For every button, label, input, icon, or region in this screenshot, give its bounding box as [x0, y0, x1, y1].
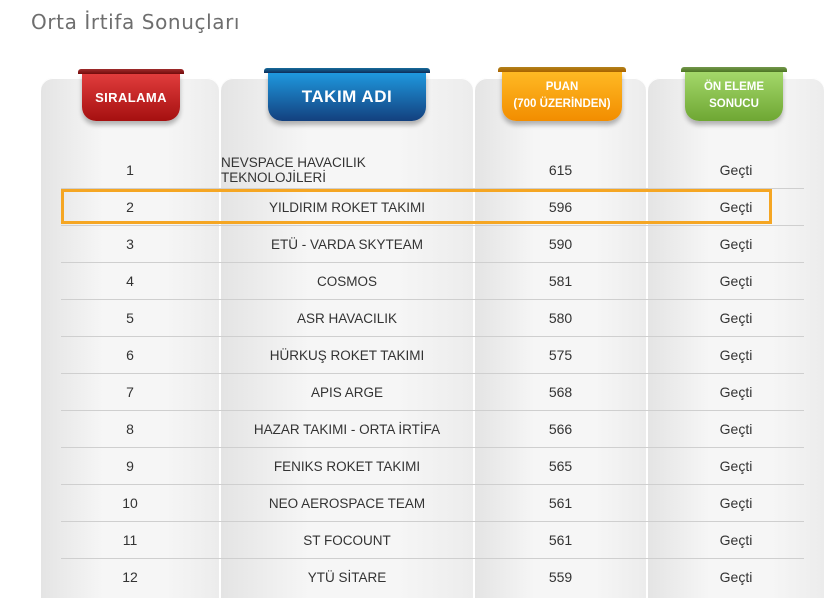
team-name-cell: COSMOS [316, 273, 377, 289]
result-cell: Geçti [719, 273, 753, 289]
score-cell: 566 [548, 421, 573, 437]
table-row: 5 ASR HAVACILIK 580 Geçti [61, 300, 804, 337]
result-cell: Geçti [719, 236, 753, 252]
table-row: 4 COSMOS 581 Geçti [61, 263, 804, 300]
score-cell: 565 [548, 458, 573, 474]
table-row: 1 NEVSPACE HAVACILIK TEKNOLOJİLERİ 615 Geçt… [61, 152, 804, 189]
rank-cell: 9 [126, 458, 134, 474]
score-header-label: PUAN [545, 81, 579, 93]
score-cell: 580 [548, 310, 573, 326]
team-name-cell: FENIKS ROKET TAKIMI [273, 458, 421, 474]
result-cell: Geçti [719, 199, 753, 215]
result-header-badge: ÖN ELEME SONUCU [685, 71, 783, 121]
table-row: 10 NEO AEROSPACE TEAM 561 Geçti [61, 485, 804, 522]
rank-cell: 7 [126, 384, 134, 400]
page-title: Orta İrtifa Sonuçları [31, 10, 241, 34]
result-cell: Geçti [719, 495, 753, 511]
table-row: 3 ETÜ - VARDA SKYTEAM 590 Geçti [61, 226, 804, 263]
rank-cell: 12 [122, 569, 138, 585]
score-cell: 615 [548, 162, 573, 178]
team-name-cell: ETÜ - VARDA SKYTEAM [270, 236, 424, 252]
team-name-cell: ST FOCOUNT [303, 532, 391, 548]
team-name-cell: APIS ARGE [310, 384, 384, 400]
result-cell: Geçti [719, 458, 753, 474]
team-name-cell: NEO AEROSPACE TEAM [268, 495, 426, 511]
rank-cell: 10 [122, 495, 138, 511]
rank-cell: 11 [122, 532, 138, 548]
score-cell: 581 [548, 273, 573, 289]
score-cell: 590 [548, 236, 573, 252]
team-name-cell: HÜRKUŞ ROKET TAKIMI [269, 347, 425, 363]
score-cell: 561 [548, 495, 573, 511]
table-row: 6 HÜRKUŞ ROKET TAKIMI 575 Geçti [61, 337, 804, 374]
score-cell: 575 [548, 347, 573, 363]
result-cell: Geçti [719, 162, 753, 178]
result-cell: Geçti [719, 384, 753, 400]
result-cell: Geçti [719, 310, 753, 326]
rank-cell: 1 [126, 162, 134, 178]
result-cell: Geçti [719, 421, 753, 437]
table-row: 8 HAZAR TAKIMI - ORTA İRTİFA 566 Geçti [61, 411, 804, 448]
team-header-badge: TAKIM ADI [268, 72, 426, 121]
table-row: 12 YTÜ SİTARE 559 Geçti [61, 559, 804, 595]
team-name-cell: YTÜ SİTARE [307, 569, 387, 585]
team-name-cell: ASR HAVACILIK [296, 310, 398, 326]
score-header-badge: PUAN (700 ÜZERİNDEN) [502, 71, 622, 121]
team-name-cell: NEVSPACE HAVACILIK TEKNOLOJİLERİ [221, 155, 366, 185]
rank-header-label: SIRALAMA [95, 89, 167, 105]
rank-cell: 2 [126, 199, 134, 215]
score-cell: 559 [548, 569, 573, 585]
team-name-cell: HAZAR TAKIMI - ORTA İRTİFA [253, 421, 441, 437]
result-header-sublabel: SONUCU [709, 98, 759, 110]
table-row: 7 APIS ARGE 568 Geçti [61, 374, 804, 411]
rank-header-badge: SIRALAMA [82, 73, 180, 121]
rank-cell: 8 [126, 421, 134, 437]
rank-cell: 4 [126, 273, 134, 289]
table-row: 9 FENIKS ROKET TAKIMI 565 Geçti [61, 448, 804, 485]
result-cell: Geçti [719, 532, 753, 548]
rank-cell: 3 [126, 236, 134, 252]
result-cell: Geçti [719, 347, 753, 363]
score-cell: 561 [548, 532, 573, 548]
rank-cell: 5 [126, 310, 134, 326]
score-header-sublabel: (700 ÜZERİNDEN) [513, 98, 611, 110]
table-row: 11 ST FOCOUNT 561 Geçti [61, 522, 804, 559]
results-table: 1 NEVSPACE HAVACILIK TEKNOLOJİLERİ 615 Geçt… [61, 152, 804, 595]
score-cell: 596 [548, 199, 573, 215]
table-row: 2 YILDIRIM ROKET TAKIMI 596 Geçti [61, 189, 804, 226]
team-header-label: TAKIM ADI [301, 86, 393, 106]
result-header-label: ÖN ELEME [703, 81, 765, 93]
team-name-cell: YILDIRIM ROKET TAKIMI [268, 199, 426, 215]
score-cell: 568 [548, 384, 573, 400]
rank-cell: 6 [126, 347, 134, 363]
result-cell: Geçti [719, 569, 753, 585]
